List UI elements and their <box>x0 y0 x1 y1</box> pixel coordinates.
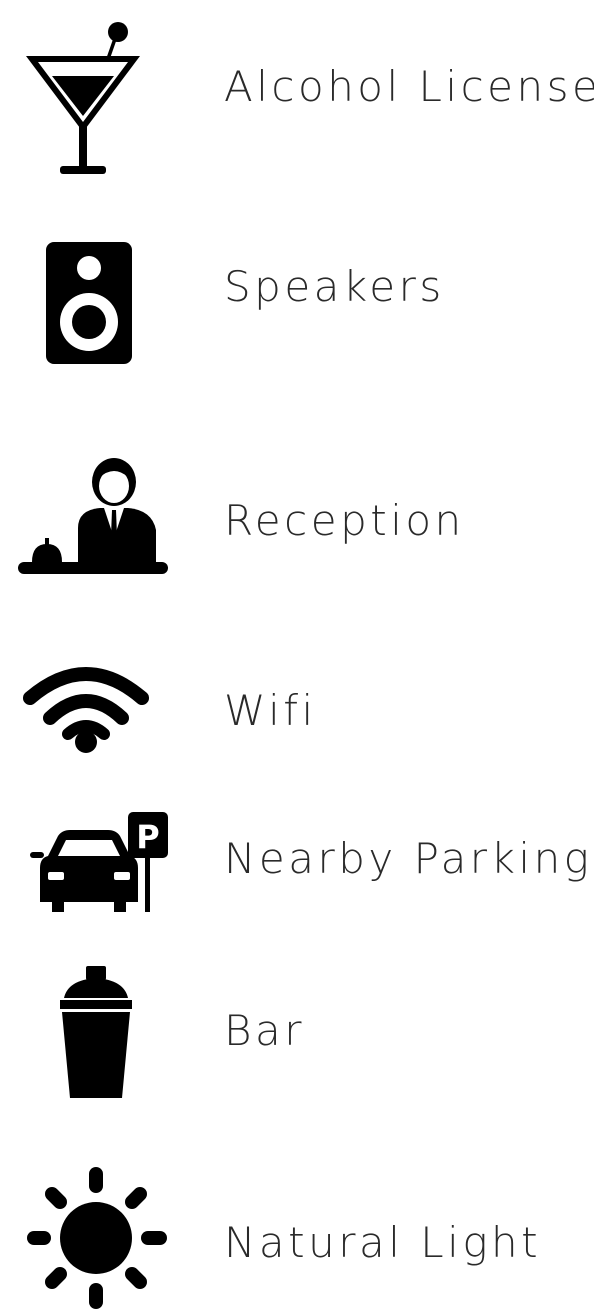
amenity-label: Reception <box>224 496 465 545</box>
svg-text:P: P <box>136 818 159 856</box>
sun-icon <box>26 1166 176 1310</box>
amenity-label: Natural Light <box>224 1218 542 1267</box>
car-parking-icon: P <box>30 812 170 914</box>
wifi-icon <box>22 660 150 754</box>
amenity-label: Nearby Parking <box>224 834 593 883</box>
amenity-label: Speakers <box>224 262 445 311</box>
cocktail-shaker-icon <box>60 966 132 1098</box>
speaker-icon <box>46 242 132 364</box>
amenities-page: { "amenities": [ { "icon": "cocktail-gla… <box>0 0 594 1315</box>
amenity-label: Wifi <box>224 686 317 735</box>
receptionist-icon <box>18 452 168 578</box>
amenity-natural-light: Natural Light <box>0 0 594 1309</box>
amenity-label: Bar <box>224 1006 306 1055</box>
